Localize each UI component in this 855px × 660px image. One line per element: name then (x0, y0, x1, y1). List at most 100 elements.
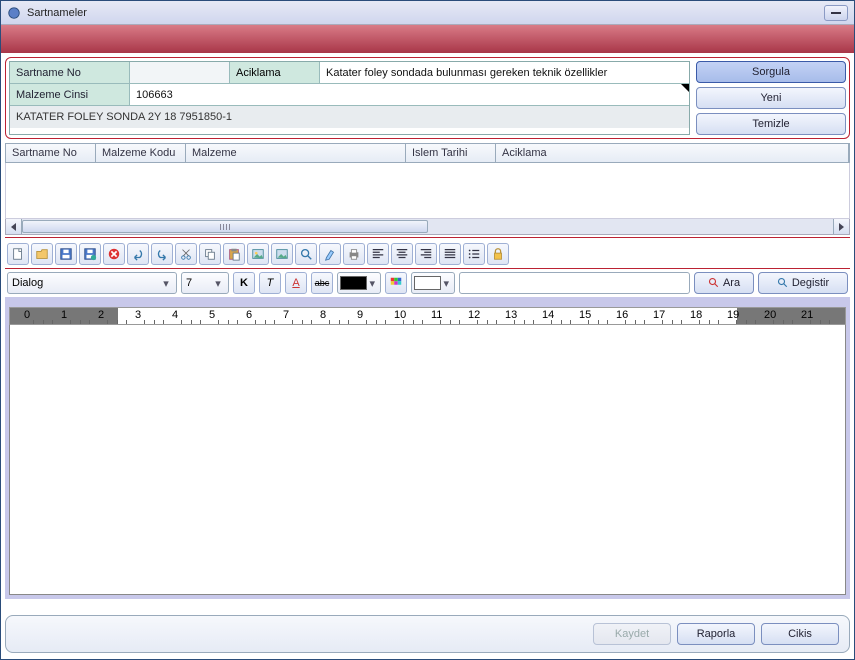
chevron-down-icon: ▾ (212, 277, 224, 290)
ruler-mark: 5 (209, 309, 215, 321)
titlebar: Sartnameler (1, 1, 854, 25)
find-button[interactable] (295, 243, 317, 265)
italic-button[interactable]: T (259, 272, 281, 294)
editor-search-field[interactable] (459, 272, 690, 294)
side-buttons: Sorgula Yeni Temizle (696, 61, 846, 135)
ara-button[interactable]: Ara (694, 272, 754, 294)
col-islem-tarihi[interactable]: Islem Tarihi (406, 144, 496, 162)
bold-button[interactable]: K (233, 272, 255, 294)
cikis-button[interactable]: Cikis (761, 623, 839, 645)
degistir-button[interactable]: Degistir (758, 272, 848, 294)
bg-color-swatch (414, 276, 441, 290)
ruler-mark: 1 (61, 309, 67, 321)
redo-button[interactable] (151, 243, 173, 265)
sorgula-button[interactable]: Sorgula (696, 61, 846, 83)
size-value: 7 (186, 277, 212, 289)
text-color-swatch (340, 276, 367, 290)
col-malzeme-kodu[interactable]: Malzeme Kodu (96, 144, 186, 162)
ruler-mark: 21 (801, 309, 813, 321)
save-button[interactable] (55, 243, 77, 265)
ruler-mark: 17 (653, 309, 665, 321)
undo-button[interactable] (127, 243, 149, 265)
ruler-mark: 12 (468, 309, 480, 321)
list-button[interactable] (463, 243, 485, 265)
align-center-button[interactable] (391, 243, 413, 265)
image2-button[interactable] (271, 243, 293, 265)
editor-toolbar (5, 240, 850, 269)
temizle-button[interactable]: Temizle (696, 113, 846, 135)
ruler[interactable]: 0123456789101112131415161718192021 (9, 307, 846, 325)
cut-button[interactable] (175, 243, 197, 265)
chevron-down-icon: ▾ (441, 277, 452, 290)
col-sartname-no[interactable]: Sartname No (6, 144, 96, 162)
aciklama-field[interactable]: Katater foley sondada bulunması gereken … (320, 62, 689, 83)
image1-button[interactable] (247, 243, 269, 265)
ruler-mark: 14 (542, 309, 554, 321)
color-picker-button[interactable] (385, 272, 407, 294)
ruler-mark: 6 (246, 309, 252, 321)
chevron-down-icon: ▾ (160, 277, 172, 290)
ruler-mark: 2 (98, 309, 104, 321)
scroll-right-button[interactable] (833, 219, 849, 234)
align-justify-button[interactable] (439, 243, 461, 265)
ruler-mark: 0 (24, 309, 30, 321)
size-combo[interactable]: 7 ▾ (181, 272, 229, 294)
copy-button[interactable] (199, 243, 221, 265)
sartname-no-field[interactable] (130, 62, 230, 83)
app-window: Sartnameler Sartname No Aciklama Katater… (0, 0, 855, 660)
window-title: Sartnameler (27, 7, 824, 19)
ruler-mark: 13 (505, 309, 517, 321)
yeni-button[interactable]: Yeni (696, 87, 846, 109)
col-malzeme[interactable]: Malzeme (186, 144, 406, 162)
ruler-mark: 4 (172, 309, 178, 321)
scroll-track[interactable] (22, 219, 833, 234)
highlight-button[interactable] (319, 243, 341, 265)
print-button[interactable] (343, 243, 365, 265)
malzeme-cinsi-label: Malzeme Cinsi (10, 84, 130, 105)
grid-header: Sartname No Malzeme Kodu Malzeme Islem T… (5, 143, 850, 163)
ruler-mark: 8 (320, 309, 326, 321)
search-panel: Sartname No Aciklama Katater foley sonda… (5, 57, 850, 139)
sartname-no-label: Sartname No (10, 62, 130, 83)
minimize-button[interactable] (824, 5, 848, 21)
document-editor[interactable] (9, 325, 846, 595)
strike-button[interactable]: abc (311, 272, 333, 294)
delete-button[interactable] (103, 243, 125, 265)
ruler-mark: 19 (727, 309, 739, 321)
ruler-mark: 3 (135, 309, 141, 321)
chevron-down-icon: ▾ (367, 277, 378, 290)
aciklama-label: Aciklama (230, 62, 320, 83)
raporla-button[interactable]: Raporla (677, 623, 755, 645)
format-bar: Dialog ▾ 7 ▾ K T A abc ▾ ▾ Ara (5, 269, 850, 297)
app-icon (7, 6, 21, 20)
ruler-mark: 16 (616, 309, 628, 321)
font-combo[interactable]: Dialog ▾ (7, 272, 177, 294)
malzeme-detail: KATATER FOLEY SONDA 2Y 18 7951850-1 (10, 106, 689, 128)
ruler-mark: 10 (394, 309, 406, 321)
kaydet-button[interactable]: Kaydet (593, 623, 671, 645)
open-button[interactable] (31, 243, 53, 265)
editor-area: 0123456789101112131415161718192021 (5, 297, 850, 599)
ruler-mark: 7 (283, 309, 289, 321)
lock-button[interactable] (487, 243, 509, 265)
paste-button[interactable] (223, 243, 245, 265)
grid-scrollbar[interactable] (5, 219, 850, 235)
malzeme-cinsi-field[interactable]: 106663 (130, 84, 689, 105)
col-aciklama[interactable]: Aciklama (496, 144, 849, 162)
scroll-left-button[interactable] (6, 219, 22, 234)
align-right-button[interactable] (415, 243, 437, 265)
ruler-mark: 18 (690, 309, 702, 321)
ruler-mark: 15 (579, 309, 591, 321)
new-doc-button[interactable] (7, 243, 29, 265)
bg-color-combo[interactable]: ▾ (411, 272, 455, 294)
ruler-mark: 20 (764, 309, 776, 321)
scroll-thumb[interactable] (22, 220, 428, 233)
search-grid: Sartname No Aciklama Katater foley sonda… (9, 61, 690, 135)
align-left-button[interactable] (367, 243, 389, 265)
header-band (1, 25, 854, 53)
grid-body[interactable] (5, 163, 850, 219)
text-color-combo[interactable]: ▾ (337, 272, 381, 294)
underline-button[interactable]: A (285, 272, 307, 294)
save-as-button[interactable] (79, 243, 101, 265)
font-value: Dialog (12, 277, 160, 289)
